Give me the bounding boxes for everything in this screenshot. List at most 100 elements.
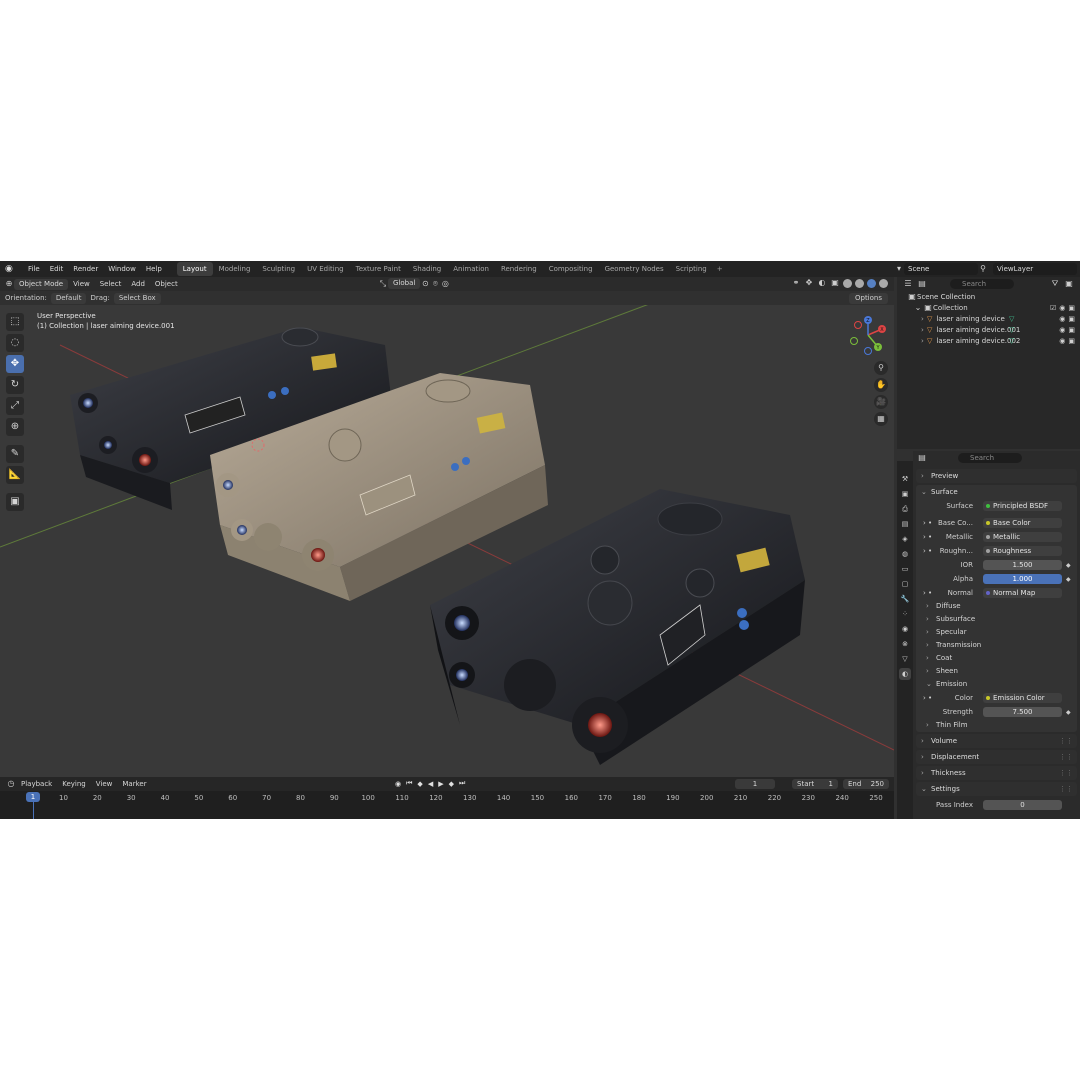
- subpanel-specular[interactable]: › Specular: [916, 626, 1077, 639]
- menu-window[interactable]: Window: [103, 261, 141, 277]
- scene-properties-icon[interactable]: ◈: [899, 533, 911, 545]
- cursor-tool-icon[interactable]: ◌: [6, 334, 24, 352]
- menu-object[interactable]: Object: [150, 279, 183, 290]
- roughness-field[interactable]: Roughness: [983, 546, 1062, 556]
- scene-selector[interactable]: ▾ Scene ⚲: [894, 263, 988, 275]
- drag-grip-icon[interactable]: ⋮⋮: [1059, 734, 1073, 748]
- end-frame-field[interactable]: End 250: [843, 779, 889, 789]
- subpanel-sheen[interactable]: › Sheen: [916, 665, 1077, 678]
- new-collection-icon[interactable]: ▣: [1064, 279, 1074, 289]
- outliner-editor-icon[interactable]: ☰: [903, 279, 913, 289]
- measure-tool-icon[interactable]: 📐: [6, 466, 24, 484]
- drag-grip-icon[interactable]: ⋮⋮: [1059, 782, 1073, 796]
- drag-grip-icon[interactable]: ⋮⋮: [1059, 766, 1073, 780]
- surface-panel-title[interactable]: ⌄ Surface: [916, 485, 1077, 499]
- render-properties-icon[interactable]: ▣: [899, 488, 911, 500]
- menu-add[interactable]: Add: [126, 279, 150, 290]
- physics-properties-icon[interactable]: ◉: [899, 623, 911, 635]
- playhead-frame-indicator[interactable]: 1: [26, 792, 40, 802]
- jump-start-icon[interactable]: ⏮: [406, 779, 412, 788]
- data-properties-icon[interactable]: ▽: [899, 653, 911, 665]
- tab-animation[interactable]: Animation: [447, 262, 495, 276]
- snap-icon[interactable]: ⌾: [430, 279, 440, 289]
- visibility-icon[interactable]: ⚭: [791, 278, 801, 288]
- visibility-eye-icon[interactable]: ◉: [1059, 315, 1065, 323]
- tab-shading[interactable]: Shading: [407, 262, 447, 276]
- metallic-field[interactable]: Metallic: [983, 532, 1062, 542]
- timeline-ruler[interactable]: 1 10 20 30 40 50 60 70 80 90 100 110 120 130 140 150 160…: [0, 791, 894, 819]
- pivot-icon[interactable]: ⊙: [420, 279, 430, 289]
- timeline-editor-type-icon[interactable]: ◷: [6, 779, 16, 789]
- tab-texture-paint[interactable]: Texture Paint: [350, 262, 407, 276]
- subpanel-transmission[interactable]: › Transmission: [916, 639, 1077, 652]
- alpha-slider[interactable]: 1.000: [983, 574, 1062, 584]
- rotate-tool-icon[interactable]: ↻: [6, 376, 24, 394]
- overlay-toggle-icon[interactable]: ◐: [817, 278, 827, 288]
- expand-chevron-icon[interactable]: › •: [923, 547, 932, 555]
- tab-scripting[interactable]: Scripting: [670, 262, 713, 276]
- tab-sculpting[interactable]: Sculpting: [256, 262, 301, 276]
- collection-properties-icon[interactable]: ▭: [899, 563, 911, 575]
- annotate-tool-icon[interactable]: ✎: [6, 445, 24, 463]
- solid-shading-icon[interactable]: [855, 278, 864, 288]
- menu-render[interactable]: Render: [68, 261, 103, 277]
- exclude-checkbox-icon[interactable]: ☑: [1050, 304, 1056, 312]
- keyframe-icon[interactable]: ◆: [1066, 709, 1071, 716]
- expand-chevron-icon[interactable]: › •: [923, 519, 932, 527]
- 3d-viewport[interactable]: User Perspective (1) Collection | laser …: [0, 305, 894, 777]
- properties-search-input[interactable]: Search: [958, 453, 1022, 463]
- settings-panel[interactable]: ⌄ Settings ⋮⋮: [916, 782, 1077, 796]
- menu-view[interactable]: View: [68, 279, 95, 290]
- keyframe-icon[interactable]: ◆: [1066, 576, 1071, 583]
- tab-compositing[interactable]: Compositing: [543, 262, 599, 276]
- render-camera-icon[interactable]: ▣: [1068, 326, 1075, 334]
- tab-modeling[interactable]: Modeling: [213, 262, 257, 276]
- expand-chevron-icon[interactable]: › •: [923, 694, 932, 702]
- view-layer-properties-icon[interactable]: ▤: [899, 518, 911, 530]
- object-properties-icon[interactable]: ▢: [899, 578, 911, 590]
- pass-index-field[interactable]: 0: [983, 800, 1062, 810]
- gizmo-toggle-icon[interactable]: ✥: [804, 278, 814, 288]
- menu-marker[interactable]: Marker: [117, 780, 151, 788]
- playhead-line[interactable]: [33, 802, 34, 819]
- object-row[interactable]: › ▽ laser aiming device.001 ▽ ◉ ▣: [897, 324, 1080, 335]
- surface-shader-field[interactable]: Principled BSDF: [983, 501, 1062, 511]
- preview-panel[interactable]: › Preview: [916, 469, 1077, 483]
- tab-rendering[interactable]: Rendering: [495, 262, 543, 276]
- menu-select[interactable]: Select: [95, 279, 127, 290]
- visibility-eye-icon[interactable]: ◉: [1059, 337, 1065, 345]
- ior-field[interactable]: 1.500: [983, 560, 1062, 570]
- outliner-search-input[interactable]: Search: [950, 279, 1014, 289]
- scene-collection-row[interactable]: ▣ Scene Collection: [897, 291, 1080, 302]
- menu-timeline-view[interactable]: View: [91, 780, 118, 788]
- normal-field[interactable]: Normal Map: [983, 588, 1062, 598]
- zoom-icon[interactable]: ⚲: [874, 361, 888, 375]
- proportional-edit-icon[interactable]: ◎: [440, 279, 450, 289]
- subpanel-coat[interactable]: › Coat: [916, 652, 1077, 665]
- add-workspace-icon[interactable]: +: [713, 265, 727, 273]
- base-color-field[interactable]: Base Color: [983, 518, 1062, 528]
- keyframe-icon[interactable]: ◆: [1066, 562, 1071, 569]
- menu-help[interactable]: Help: [141, 261, 167, 277]
- subpanel-subsurface[interactable]: › Subsurface: [916, 613, 1077, 626]
- displacement-panel[interactable]: › Displacement ⋮⋮: [916, 750, 1077, 764]
- visibility-eye-icon[interactable]: ◉: [1059, 304, 1065, 312]
- xray-icon[interactable]: ▣: [830, 278, 840, 288]
- view-layer-selector[interactable]: ViewLayer: [993, 263, 1077, 275]
- subpanel-emission[interactable]: ⌄ Emission: [916, 678, 1077, 691]
- collection-row[interactable]: ⌄ ▣ Collection ☑ ◉ ▣: [897, 302, 1080, 313]
- record-icon[interactable]: ◉: [395, 780, 401, 788]
- pin-icon[interactable]: ⚲: [978, 264, 988, 274]
- select-box-tool-icon[interactable]: ⬚: [6, 313, 24, 331]
- blender-logo-icon[interactable]: ◉: [5, 264, 19, 274]
- properties-editor-icon[interactable]: ▤: [917, 453, 927, 463]
- display-mode-icon[interactable]: ▤: [917, 279, 927, 289]
- material-preview-shading-icon[interactable]: [867, 278, 876, 288]
- modifier-properties-icon[interactable]: 🔧: [899, 593, 911, 605]
- orientation-dropdown[interactable]: Default: [50, 292, 87, 304]
- move-tool-icon[interactable]: ✥: [6, 355, 24, 373]
- menu-edit[interactable]: Edit: [45, 261, 69, 277]
- subpanel-diffuse[interactable]: › Diffuse: [916, 600, 1077, 613]
- play-reverse-icon[interactable]: ◀: [428, 780, 433, 788]
- options-dropdown[interactable]: Options: [848, 293, 888, 304]
